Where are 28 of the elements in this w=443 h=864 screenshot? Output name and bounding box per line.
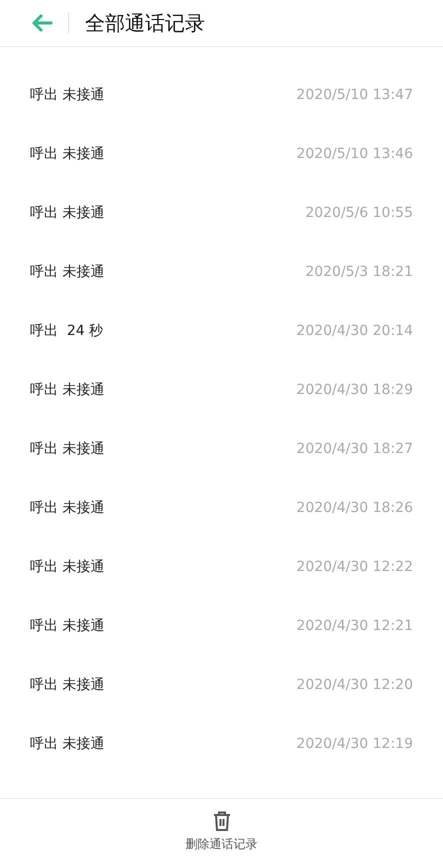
page-title: 全部通话记录 — [85, 10, 205, 37]
call-time: 2020/4/30 12:21 — [296, 617, 413, 636]
call-time: 2020/4/30 18:26 — [296, 499, 413, 518]
call-time: 2020/5/10 13:46 — [296, 145, 413, 164]
call-status: 呼出 未接通 — [30, 204, 104, 223]
call-time: 2020/5/6 10:55 — [305, 204, 413, 223]
call-status: 呼出 未接通 — [30, 676, 104, 695]
call-time: 2020/5/10 13:47 — [296, 86, 413, 105]
call-time: 2020/4/30 12:22 — [296, 558, 413, 577]
delete-call-log-button[interactable]: 删除通话记录 — [186, 810, 258, 852]
call-time: 2020/4/30 18:27 — [296, 440, 413, 459]
call-time: 2020/5/3 18:21 — [305, 263, 413, 282]
call-status: 呼出 未接通 — [30, 145, 104, 164]
call-status: 呼出 未接通 — [30, 499, 104, 518]
call-time: 2020/4/30 20:14 — [296, 322, 413, 341]
call-status: 呼出 未接通 — [30, 263, 104, 282]
call-status: 呼出 未接通 — [30, 735, 104, 754]
back-arrow-icon — [31, 14, 53, 32]
call-status: 呼出 24 秒 — [30, 322, 104, 341]
call-time: 2020/4/30 12:19 — [296, 735, 413, 754]
call-status: 呼出 未接通 — [30, 558, 104, 577]
call-status: 呼出 未接通 — [30, 617, 104, 636]
call-time: 2020/4/30 18:29 — [296, 381, 413, 400]
call-status: 呼出 未接通 — [30, 381, 104, 400]
call-status: 呼出 未接通 — [30, 86, 104, 105]
call-time: 2020/4/30 12:20 — [296, 676, 413, 695]
call-status: 呼出 未接通 — [30, 440, 104, 459]
trash-icon — [212, 810, 230, 830]
